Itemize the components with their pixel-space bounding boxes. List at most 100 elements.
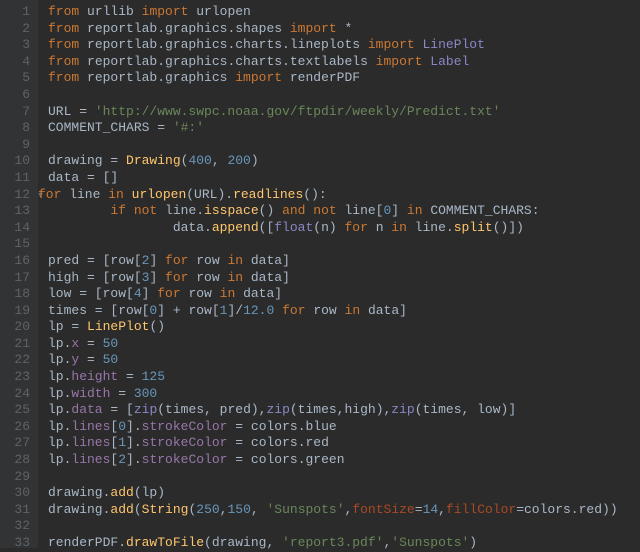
code-line[interactable]: lp.lines[2].strokeColor = colors.green <box>48 452 618 469</box>
token-kw: from <box>48 70 79 85</box>
line-number: 10 <box>6 153 30 170</box>
token-kw: import <box>142 4 189 19</box>
line-number: 33 <box>6 535 30 552</box>
token-ident: reportlab.graphics.shapes <box>79 21 290 36</box>
token-ident: COMMENT_CHARS: <box>423 203 540 218</box>
token-ident: = colors.blue <box>227 419 336 434</box>
code-line[interactable]: URL = 'http://www.swpc.noaa.gov/ftpdir/w… <box>48 104 618 121</box>
token-kw: for <box>165 253 188 268</box>
token-call: urlopen <box>132 187 187 202</box>
token-ident: line[ <box>337 203 384 218</box>
token-ident: row <box>181 286 220 301</box>
code-line[interactable] <box>48 518 618 535</box>
line-number: 4 <box>6 54 30 71</box>
line-number: 19 <box>6 303 30 320</box>
token-ident: reportlab.graphics <box>79 70 235 85</box>
code-editor[interactable]: 1234567891011121314151617181920212223242… <box>0 0 640 548</box>
line-number: 16 <box>6 253 30 270</box>
code-line[interactable] <box>48 137 618 154</box>
code-line[interactable]: lp.data = [zip(times, pred),zip(times,hi… <box>48 402 618 419</box>
code-line[interactable]: from reportlab.graphics.shapes import * <box>48 21 618 38</box>
code-line[interactable]: data.append([float(n) for n in line.spli… <box>48 220 618 237</box>
token-ident: ( <box>134 502 142 517</box>
token-ident: = colors.red <box>227 435 328 450</box>
code-line[interactable]: from reportlab.graphics import renderPDF <box>48 70 618 87</box>
code-line[interactable]: drawing.add(String(250,150, 'Sunspots',f… <box>48 502 618 519</box>
token-kw: for <box>344 220 367 235</box>
code-line[interactable]: lp.width = 300 <box>48 386 618 403</box>
code-line[interactable]: lp.y = 50 <box>48 352 618 369</box>
code-line[interactable]: from urllib import urlopen <box>48 4 618 21</box>
token-kw: in <box>391 220 407 235</box>
code-line[interactable]: low = [row[4] for row in data] <box>48 286 618 303</box>
code-line[interactable] <box>48 469 618 486</box>
code-line[interactable]: lp = LinePlot() <box>48 319 618 336</box>
code-line[interactable]: times = [row[0] + row[1]/12.0 for row in… <box>48 303 618 320</box>
code-line[interactable]: from reportlab.graphics.charts.lineplots… <box>48 37 618 54</box>
token-ident: ] <box>391 203 407 218</box>
token-call: readlines <box>233 187 303 202</box>
code-line[interactable]: pred = [row[2] for row in data] <box>48 253 618 270</box>
code-line[interactable]: lp.lines[1].strokeColor = colors.red <box>48 435 618 452</box>
code-area[interactable]: from urllib import urlopenfrom reportlab… <box>38 0 618 548</box>
token-ident <box>124 187 132 202</box>
token-str: '#:' <box>173 120 204 135</box>
token-builtin: zip <box>266 402 289 417</box>
code-line[interactable]: from reportlab.graphics.charts.textlabel… <box>48 54 618 71</box>
line-number: 14 <box>6 220 30 237</box>
token-ident: ] <box>149 253 165 268</box>
line-number: 26 <box>6 419 30 436</box>
code-line[interactable]: drawing.add(lp) <box>48 485 618 502</box>
code-line[interactable]: COMMENT_CHARS = '#:' <box>48 120 618 137</box>
token-call: Drawing <box>126 153 181 168</box>
code-line[interactable]: drawing = Drawing(400, 200) <box>48 153 618 170</box>
token-ident: n <box>368 220 391 235</box>
token-kw: and not <box>282 203 337 218</box>
token-ident: lp. <box>48 386 71 401</box>
line-number: 29 <box>6 469 30 486</box>
line-number: 5 <box>6 70 30 87</box>
line-number: 22 <box>6 352 30 369</box>
line-number: 27 <box>6 435 30 452</box>
token-builtin: zip <box>134 402 157 417</box>
line-number: 17 <box>6 270 30 287</box>
line-number: 2 <box>6 21 30 38</box>
line-number: 3 <box>6 37 30 54</box>
token-num: 2 <box>118 452 126 467</box>
code-line[interactable]: high = [row[3] for row in data] <box>48 270 618 287</box>
code-line[interactable]: renderPDF.drawToFile(drawing, 'report3.p… <box>48 535 618 552</box>
code-line[interactable]: if not line.isspace() and not line[0] in… <box>48 203 618 220</box>
token-ident: row <box>306 303 345 318</box>
token-num: 300 <box>134 386 157 401</box>
token-num: 200 <box>227 153 250 168</box>
token-attr: strokeColor <box>142 419 228 434</box>
token-param: fontSize <box>352 502 414 517</box>
line-number: 25 <box>6 402 30 419</box>
code-line[interactable] <box>48 87 618 104</box>
token-num: 125 <box>142 369 165 384</box>
token-ident: =colors.red)) <box>516 502 617 517</box>
token-kw: in <box>345 303 361 318</box>
code-line[interactable]: lp.height = 125 <box>48 369 618 386</box>
token-kw: if not <box>110 203 157 218</box>
token-ident: ]/ <box>227 303 243 318</box>
code-line[interactable]: lp.x = 50 <box>48 336 618 353</box>
line-number: 32 <box>6 518 30 535</box>
code-line[interactable]: lp.lines[0].strokeColor = colors.blue <box>48 419 618 436</box>
token-ident: row <box>188 270 227 285</box>
line-number-gutter: 1234567891011121314151617181920212223242… <box>0 0 38 548</box>
token-ident: pred = [row[ <box>48 253 142 268</box>
token-str: 'Sunspots' <box>267 502 345 517</box>
token-ident: times = [row[ <box>48 303 149 318</box>
token-ident: = <box>118 369 141 384</box>
code-line[interactable] <box>48 236 618 253</box>
token-ident: row <box>188 253 227 268</box>
line-number: 13 <box>6 203 30 220</box>
token-ident: low = [row[ <box>48 286 134 301</box>
code-line[interactable]: ▾for line in urlopen(URL).readlines(): <box>48 187 618 204</box>
token-ident: = <box>110 386 133 401</box>
token-call: append <box>212 220 259 235</box>
code-line[interactable]: data = [] <box>48 170 618 187</box>
token-builtin: zip <box>391 402 414 417</box>
token-ident: line. <box>157 203 204 218</box>
